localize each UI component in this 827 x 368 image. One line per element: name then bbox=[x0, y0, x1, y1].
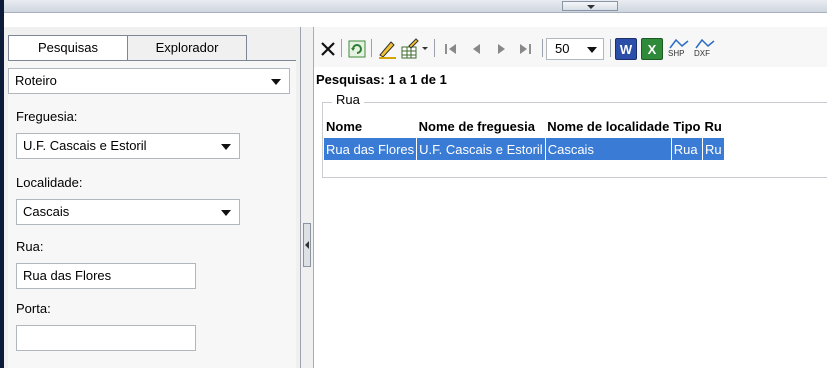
excel-export-icon: X bbox=[641, 38, 663, 60]
last-page-button[interactable] bbox=[516, 37, 534, 61]
localidade-value: Cascais bbox=[23, 204, 70, 219]
chevron-down-icon bbox=[221, 210, 231, 216]
toolbar-separator bbox=[542, 39, 543, 57]
app-window: Pesquisas Explorador Roteiro Freguesia: … bbox=[4, 0, 827, 368]
column-header-localidade[interactable]: Nome de localidade bbox=[545, 114, 671, 138]
freguesia-label: Freguesia: bbox=[16, 109, 78, 124]
column-header-tipo[interactable]: Tipo bbox=[671, 114, 702, 138]
toolbar-separator bbox=[434, 39, 435, 57]
last-page-icon bbox=[520, 44, 531, 54]
localidade-select[interactable]: Cascais bbox=[16, 199, 240, 225]
rua-label: Rua: bbox=[16, 239, 44, 254]
freguesia-select[interactable]: U.F. Cascais e Estoril bbox=[16, 133, 240, 159]
edit-icon bbox=[379, 41, 396, 59]
search-type-value: Roteiro bbox=[15, 73, 57, 88]
table-edit-button[interactable] bbox=[400, 37, 430, 61]
results-table: Nome Nome de freguesia Nome de localidad… bbox=[324, 114, 725, 160]
refresh-icon bbox=[348, 40, 366, 58]
word-export-icon: W bbox=[615, 38, 637, 60]
localidade-label: Localidade: bbox=[16, 175, 83, 190]
cell-nome[interactable]: Rua das Flores bbox=[324, 138, 418, 160]
panel-tabs: Pesquisas Explorador bbox=[8, 35, 247, 61]
prev-page-icon bbox=[473, 44, 480, 54]
export-excel-button[interactable]: X bbox=[641, 37, 663, 61]
close-button[interactable] bbox=[318, 37, 338, 61]
shp-export-icon: SHP bbox=[667, 38, 691, 60]
chevron-down-icon bbox=[587, 47, 597, 53]
chevron-down-icon bbox=[221, 144, 231, 150]
next-page-button[interactable] bbox=[492, 37, 510, 61]
chevron-down-icon bbox=[271, 79, 281, 85]
chevron-down-icon bbox=[587, 5, 595, 9]
results-toolbar: 50 W X SHP DXF bbox=[314, 27, 827, 67]
page-size-select[interactable]: 50 bbox=[546, 38, 604, 60]
collapse-grip-button[interactable] bbox=[562, 1, 618, 11]
first-page-icon bbox=[445, 44, 456, 54]
next-page-icon bbox=[498, 44, 505, 54]
porta-label: Porta: bbox=[16, 301, 51, 316]
export-shp-button[interactable]: SHP bbox=[667, 37, 691, 61]
tab-pesquisas[interactable]: Pesquisas bbox=[8, 35, 128, 61]
refresh-button[interactable] bbox=[347, 37, 367, 61]
porta-input[interactable] bbox=[16, 325, 196, 351]
column-header-nome[interactable]: Nome bbox=[324, 114, 417, 138]
cell-ru[interactable]: Ru bbox=[702, 138, 725, 160]
column-header-freguesia[interactable]: Nome de freguesia bbox=[417, 114, 546, 138]
cell-localidade[interactable]: Cascais bbox=[545, 138, 672, 160]
table-header-row: Nome Nome de freguesia Nome de localidad… bbox=[324, 114, 724, 138]
top-collapse-strip bbox=[4, 0, 827, 13]
close-icon bbox=[321, 42, 335, 56]
prev-page-button[interactable] bbox=[468, 37, 486, 61]
dxf-export-icon: DXF bbox=[693, 38, 717, 60]
results-group-label: Rua bbox=[332, 92, 364, 107]
page-size-value: 50 bbox=[555, 41, 570, 56]
panel-splitter[interactable] bbox=[301, 27, 314, 368]
table-edit-icon bbox=[401, 38, 428, 59]
cell-freguesia[interactable]: U.F. Cascais e Estoril bbox=[416, 138, 546, 160]
results-count: Pesquisas: 1 a 1 de 1 bbox=[316, 72, 447, 87]
edit-button[interactable] bbox=[376, 37, 398, 61]
table-row[interactable]: Rua das Flores U.F. Cascais e Estoril Ca… bbox=[324, 138, 725, 160]
search-type-select[interactable]: Roteiro bbox=[8, 68, 290, 94]
column-header-ru[interactable]: Ru bbox=[703, 114, 725, 138]
freguesia-value: U.F. Cascais e Estoril bbox=[23, 138, 147, 153]
results-panel: 50 W X SHP DXF Pesquisas: 1 a 1 de 1 Rua… bbox=[314, 27, 827, 368]
search-form: Roteiro Freguesia: U.F. Cascais e Estori… bbox=[8, 60, 296, 368]
rua-input[interactable]: Rua das Flores bbox=[16, 263, 196, 289]
cell-tipo[interactable]: Rua bbox=[671, 138, 704, 160]
tab-explorador[interactable]: Explorador bbox=[127, 35, 247, 61]
first-page-button[interactable] bbox=[442, 37, 460, 61]
toolbar-separator bbox=[341, 39, 342, 57]
export-word-button[interactable]: W bbox=[615, 37, 637, 61]
toolbar-separator bbox=[610, 39, 611, 57]
search-panel: Pesquisas Explorador Roteiro Freguesia: … bbox=[4, 27, 301, 368]
export-dxf-button[interactable]: DXF bbox=[693, 37, 717, 61]
collapse-panel-button[interactable] bbox=[303, 223, 311, 267]
chevron-left-icon bbox=[305, 241, 309, 249]
toolbar-separator bbox=[371, 39, 372, 57]
